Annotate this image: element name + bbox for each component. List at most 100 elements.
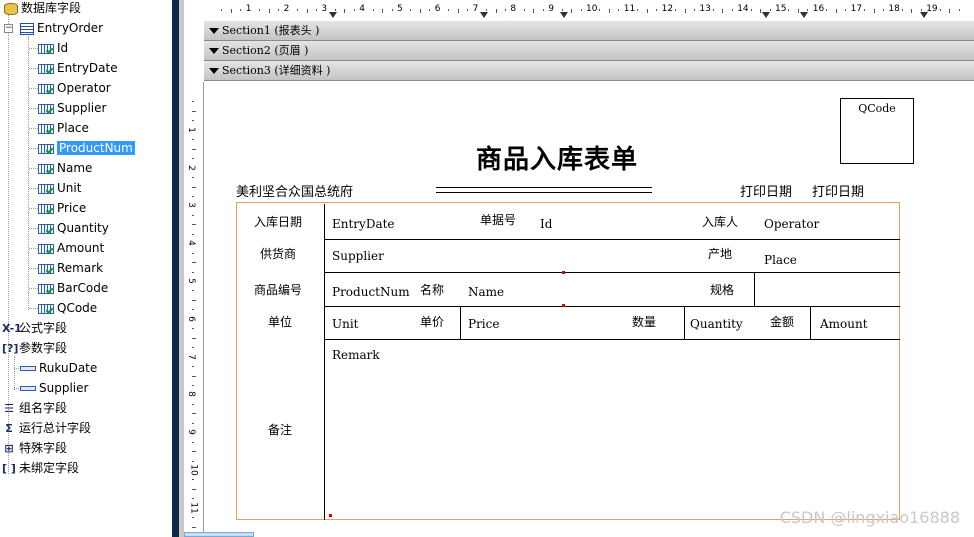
tree-node-field[interactable]: Price <box>29 198 86 218</box>
field-price[interactable]: Price <box>468 317 499 331</box>
tree-node-label: EntryOrder <box>37 21 104 35</box>
report-canvas[interactable]: QCode 商品入库表单 美利坚合众国总统府 打印日期 打印日期 入库日期 En… <box>204 82 974 537</box>
print-date-value[interactable]: 打印日期 <box>812 186 864 200</box>
tab-stop-marker-icon[interactable] <box>920 12 928 18</box>
tab-stop-marker-icon[interactable] <box>480 12 488 18</box>
tree-node-field[interactable]: Operator <box>29 78 111 98</box>
panel-splitter[interactable] <box>172 0 179 537</box>
label-spec[interactable]: 规格 <box>710 283 734 297</box>
label-price[interactable]: 单价 <box>420 315 444 329</box>
expand-triangle-icon[interactable] <box>209 28 219 34</box>
ruler-number: 15 <box>775 4 787 14</box>
tree-node-special[interactable]: ⊞ 特殊字段 <box>2 438 67 458</box>
ruler-tick <box>259 9 261 11</box>
ruler-tick <box>221 9 223 11</box>
field-entry-date[interactable]: EntryDate <box>332 217 395 231</box>
tree-node-field[interactable]: Quantity <box>29 218 109 238</box>
field-name[interactable]: Name <box>468 285 504 299</box>
label-entry-date[interactable]: 入库日期 <box>254 215 302 229</box>
ruler-tick <box>882 9 884 11</box>
tree-connector <box>29 108 38 109</box>
tree-node-group[interactable]: ☰ 组名字段 <box>2 398 67 418</box>
field-supplier[interactable]: Supplier <box>332 249 384 263</box>
label-operator[interactable]: 入库人 <box>702 215 738 229</box>
field-place[interactable]: Place <box>764 253 797 267</box>
tree-node-table[interactable]: EntryOrder <box>20 18 103 38</box>
field-remark[interactable]: Remark <box>332 348 380 362</box>
ruler-tick <box>419 9 421 13</box>
expand-triangle-icon[interactable] <box>209 48 219 54</box>
report-title[interactable]: 商品入库表单 <box>476 144 638 176</box>
ruler-number: 11 <box>623 4 636 14</box>
tree-node-field[interactable]: Place <box>29 118 89 138</box>
label-remark[interactable]: 备注 <box>268 423 292 437</box>
checkmark-icon <box>45 45 54 54</box>
label-unit[interactable]: 单位 <box>268 315 292 329</box>
tree-node-field[interactable]: BarCode <box>29 278 108 298</box>
ruler-number: 5 <box>397 4 403 14</box>
ruler-number: 2 <box>185 164 196 171</box>
section-bar-report-header[interactable]: Section1 (报表头 ) <box>204 21 974 41</box>
tree-node-field[interactable]: Supplier <box>29 98 106 118</box>
label-amount[interactable]: 金额 <box>770 315 794 329</box>
tree-node-field[interactable]: Remark <box>29 258 103 278</box>
field-product-num[interactable]: ProductNum <box>332 285 410 299</box>
ruler-tick <box>845 9 847 11</box>
ruler-tick <box>693 9 695 11</box>
collapse-icon[interactable]: − <box>4 24 13 33</box>
field-operator[interactable]: Operator <box>764 217 819 231</box>
tab-stop-marker-icon[interactable] <box>762 12 770 18</box>
field-amount[interactable]: Amount <box>820 317 868 331</box>
field-id[interactable]: Id <box>540 217 552 231</box>
tree-node-field[interactable]: Id <box>29 38 68 58</box>
tree-node-field[interactable]: Amount <box>29 238 104 258</box>
ruler-tick <box>873 9 875 13</box>
expand-triangle-icon[interactable] <box>209 68 219 74</box>
ruler-number: 12 <box>661 4 674 14</box>
ruler-tick <box>750 9 752 11</box>
label-quantity[interactable]: 数量 <box>632 315 656 329</box>
ruler-tick <box>467 9 469 11</box>
ruler-number: 8 <box>510 4 517 14</box>
tree-node-db-fields[interactable]: 数据库字段 <box>4 0 81 18</box>
tree-node-running-total[interactable]: Σ 运行总计字段 <box>2 418 91 438</box>
ruler-tick <box>192 177 194 179</box>
label-place[interactable]: 产地 <box>708 247 732 261</box>
tree-node-field[interactable]: ProductNum <box>29 138 135 158</box>
label-supplier[interactable]: 供货商 <box>260 247 296 261</box>
qcode-box[interactable]: QCode <box>840 98 914 164</box>
tree-guide-line <box>14 356 15 390</box>
section-bar-page-header[interactable]: Section2 (页眉 ) <box>204 41 974 61</box>
tree-node-field[interactable]: QCode <box>29 298 97 318</box>
label-order-no[interactable]: 单据号 <box>480 213 516 227</box>
tree-node-unbound[interactable]: [ ] 未绑定字段 <box>2 458 79 478</box>
status-tab[interactable] <box>184 532 254 537</box>
tree-node-param[interactable]: Supplier <box>14 378 88 398</box>
tree-node-formula[interactable]: X-1公式字段 <box>2 318 67 338</box>
company-name[interactable]: 美利坚合众国总统府 <box>236 186 353 200</box>
horizontal-ruler: 1 2 3 4 5 6 7 8 9 10 11 12 13 14 15 16 17 18 19 <box>204 0 974 22</box>
ruler-number: 17 <box>850 4 863 14</box>
tab-stop-marker-icon[interactable] <box>560 12 568 18</box>
ruler-number: 1 <box>185 126 196 133</box>
field-quantity[interactable]: Quantity <box>690 317 743 331</box>
label-product-num[interactable]: 商品编号 <box>254 283 302 297</box>
section-bar-detail[interactable]: Section3 (详细资料 ) <box>204 61 974 81</box>
db-field-icon <box>38 123 54 134</box>
label-name[interactable]: 名称 <box>420 283 444 297</box>
tab-stop-marker-icon[interactable] <box>800 12 808 18</box>
tree-node-param[interactable]: RukuDate <box>14 358 97 378</box>
ruler-number: 7 <box>472 4 479 14</box>
tree-connector <box>29 248 38 249</box>
tree-node-field[interactable]: EntryDate <box>29 58 118 78</box>
field-unit[interactable]: Unit <box>332 317 359 331</box>
tree-node-field[interactable]: Name <box>29 158 92 178</box>
tree-connector <box>29 288 38 289</box>
tree-node-field[interactable]: Unit <box>29 178 81 198</box>
tree-connector <box>29 208 38 209</box>
tree-node-params[interactable]: [?]参数字段 <box>2 338 67 358</box>
print-date-label[interactable]: 打印日期 <box>740 186 792 200</box>
ruler-tick <box>192 233 194 235</box>
ruler-number: 9 <box>185 429 196 436</box>
tab-stop-marker-icon[interactable] <box>329 12 337 18</box>
